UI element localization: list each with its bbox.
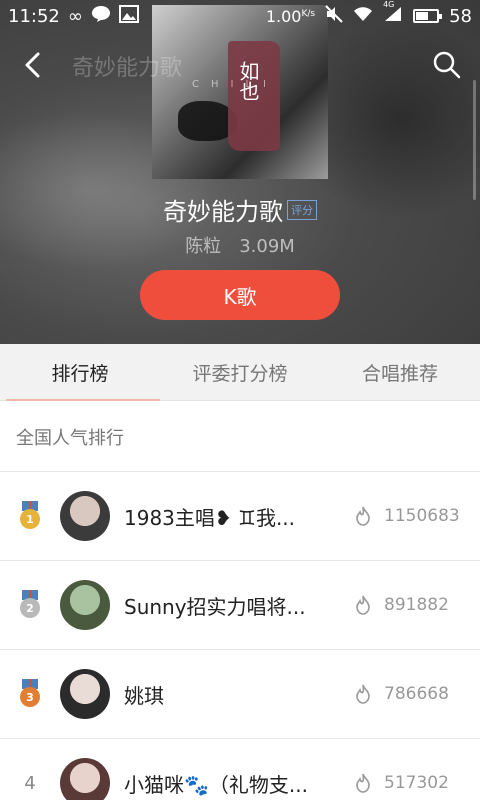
flame-icon bbox=[354, 684, 372, 704]
ranking-list: 1 1983主唱❥ ♊我... 1150683 2 Sunny招实力唱将... … bbox=[0, 472, 480, 800]
faded-header-title: 奇妙能力歌 bbox=[72, 56, 183, 81]
list-item[interactable]: 1 1983主唱❥ ♊我... 1150683 bbox=[0, 472, 480, 561]
list-item[interactable]: 2 Sunny招实力唱将... 891882 bbox=[0, 561, 480, 650]
wifi-icon bbox=[353, 6, 373, 27]
back-arrow-icon[interactable] bbox=[18, 50, 48, 80]
popularity-score: 891882 bbox=[384, 595, 449, 615]
scrollbar[interactable] bbox=[473, 80, 476, 200]
battery-level bbox=[416, 12, 428, 20]
file-size: 3.09M bbox=[239, 236, 295, 257]
bronze-medal-icon: 3 bbox=[19, 679, 41, 709]
chat-bubble-icon bbox=[91, 5, 111, 28]
rank-badge: 1 bbox=[0, 501, 60, 531]
mute-icon bbox=[325, 4, 343, 28]
popularity-score: 517302 bbox=[384, 773, 449, 793]
list-item[interactable]: 4 小猫咪🐾（礼物支... 517302 bbox=[0, 739, 480, 800]
song-title-text: 奇妙能力歌 bbox=[163, 198, 283, 226]
top-bar: 奇妙能力歌 bbox=[0, 40, 480, 90]
rating-badge[interactable]: 评分 bbox=[287, 200, 317, 220]
rank-badge: 3 bbox=[0, 679, 60, 709]
avatar[interactable] bbox=[60, 669, 110, 719]
rank-badge: 2 bbox=[0, 590, 60, 620]
medal-disc: 2 bbox=[20, 598, 40, 618]
song-title: 奇妙能力歌 评分 bbox=[0, 192, 480, 227]
status-time: 11:52 bbox=[8, 5, 60, 27]
medal-disc: 1 bbox=[20, 509, 40, 529]
song-meta: 陈粒 3.09M bbox=[0, 232, 480, 258]
popularity-score: 786668 bbox=[384, 684, 449, 704]
karaoke-button[interactable]: K歌 bbox=[140, 270, 340, 320]
search-icon[interactable] bbox=[432, 50, 462, 80]
medal-disc: 3 bbox=[20, 687, 40, 707]
avatar[interactable] bbox=[60, 758, 110, 800]
avatar[interactable] bbox=[60, 580, 110, 630]
artist-name[interactable]: 陈粒 bbox=[185, 236, 221, 257]
section-title: 全国人气排行 bbox=[0, 402, 480, 472]
popularity-score: 1150683 bbox=[384, 506, 460, 526]
image-icon bbox=[118, 4, 139, 28]
singer-name: 1983主唱❥ ♊我... bbox=[124, 505, 296, 530]
cell-signal-icon: 4G bbox=[383, 0, 403, 27]
singer-name: 姚琪 bbox=[124, 683, 164, 708]
battery-icon bbox=[413, 9, 443, 23]
battery-percent: 58 bbox=[449, 5, 472, 27]
tab-duet-recommend[interactable]: 合唱推荐 bbox=[320, 344, 480, 400]
song-header: 11:52 ∞ 1.00K/s 4G 58 奇妙能力歌 CHILI 如也 奇妙能… bbox=[0, 0, 480, 344]
flame-icon bbox=[354, 506, 372, 526]
status-bar: 11:52 ∞ 1.00K/s 4G 58 bbox=[0, 0, 480, 32]
silver-medal-icon: 2 bbox=[19, 590, 41, 620]
tab-judge-scores[interactable]: 评委打分榜 bbox=[160, 344, 320, 400]
list-item[interactable]: 3 姚琪 786668 bbox=[0, 650, 480, 739]
network-speed: 1.00K/s bbox=[265, 6, 316, 26]
gold-medal-icon: 1 bbox=[19, 501, 41, 531]
rank-badge: 4 bbox=[0, 773, 60, 794]
singer-name: Sunny招实力唱将... bbox=[124, 594, 306, 619]
flame-icon bbox=[354, 773, 372, 793]
singer-name: 小猫咪🐾（礼物支... bbox=[124, 772, 308, 797]
tab-ranking[interactable]: 排行榜 bbox=[0, 344, 160, 401]
rank-number: 4 bbox=[24, 772, 36, 794]
avatar[interactable] bbox=[60, 491, 110, 541]
infinity-icon: ∞ bbox=[67, 5, 83, 27]
flame-icon bbox=[354, 595, 372, 615]
tab-bar: 排行榜 评委打分榜 合唱推荐 bbox=[0, 344, 480, 401]
